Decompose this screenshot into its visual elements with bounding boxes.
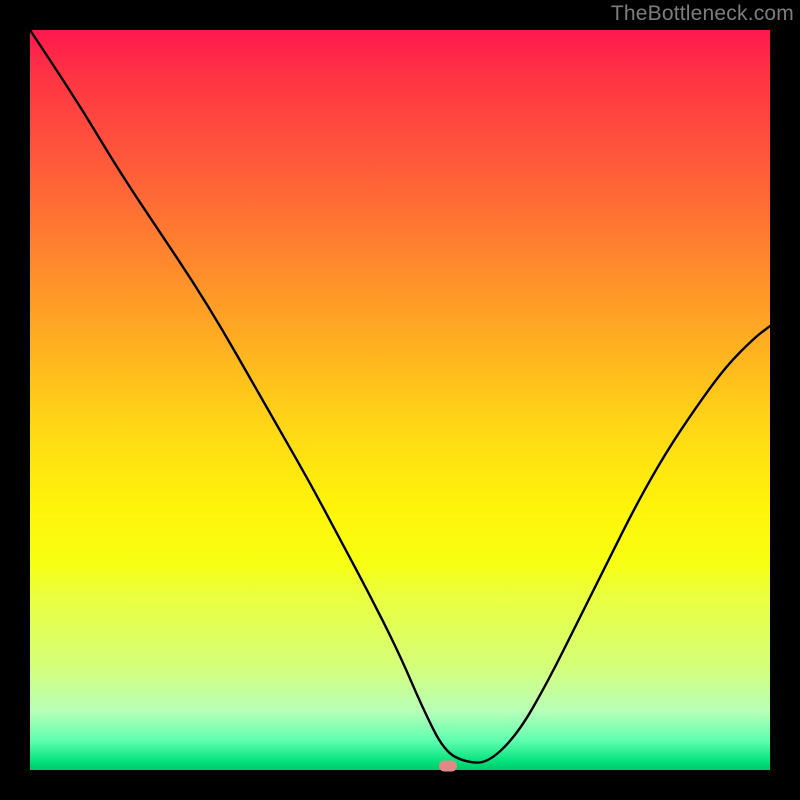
chart-frame: TheBottleneck.com (0, 0, 800, 800)
optimal-point-marker (439, 761, 457, 772)
watermark-text: TheBottleneck.com (611, 2, 794, 26)
curve-path (30, 30, 770, 763)
bottleneck-curve (30, 30, 770, 770)
